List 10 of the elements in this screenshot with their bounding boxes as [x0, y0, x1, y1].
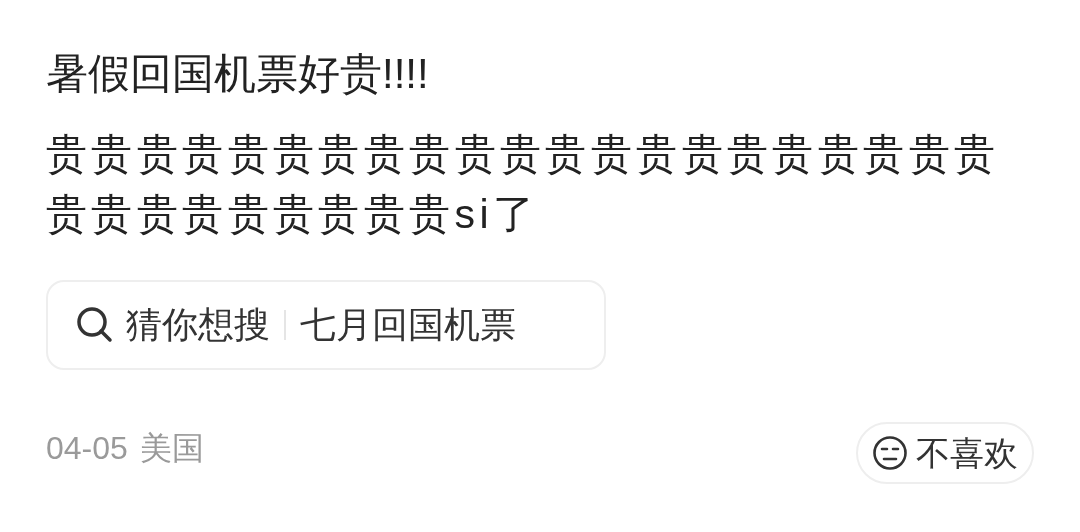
search-suggestion[interactable]: 猜你想搜 七月回国机票 [46, 280, 606, 370]
neutral-face-icon [872, 435, 908, 471]
dislike-button[interactable]: 不喜欢 [856, 422, 1034, 484]
post-location: 美国 [139, 429, 204, 468]
search-label: 猜你想搜 [126, 303, 270, 347]
post-title: 暑假回国机票好贵!!!! [46, 49, 429, 99]
post-date: 04-05 [46, 429, 128, 468]
search-query: 七月回国机票 [300, 303, 516, 347]
search-icon [76, 306, 114, 344]
post-body: 贵贵贵贵贵贵贵贵贵贵贵贵贵贵贵贵贵贵贵贵贵贵贵贵贵贵贵贵贵贵si了 [46, 130, 1001, 239]
